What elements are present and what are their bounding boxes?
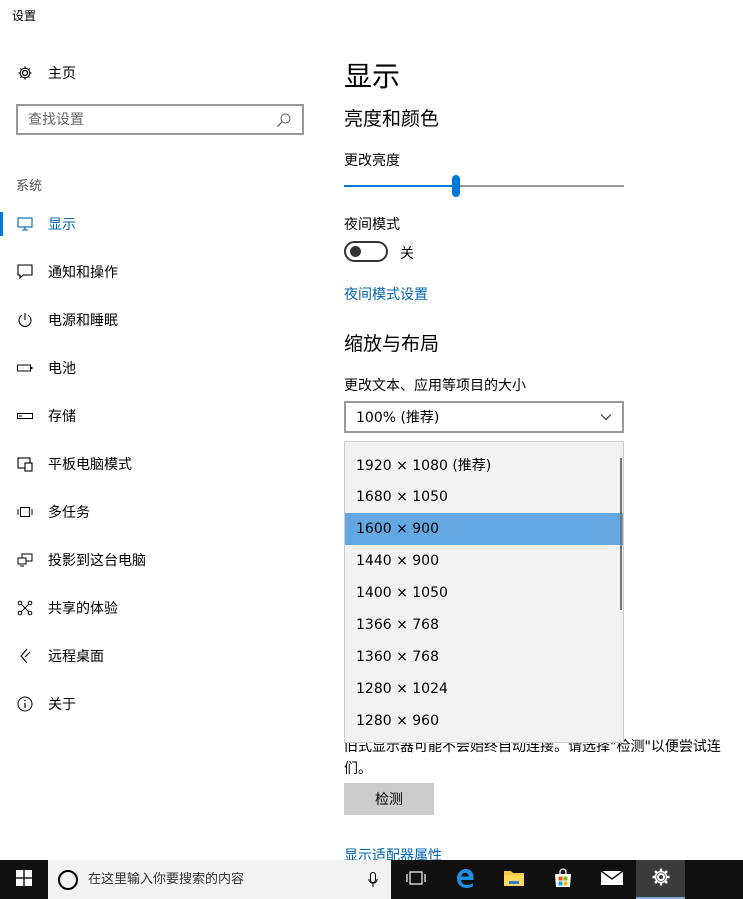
slider-thumb[interactable]	[452, 175, 460, 197]
resolution-dropdown-list[interactable]: 1920 × 1080 (推荐) 1680 × 1050 1600 × 900 …	[344, 441, 624, 743]
windows-logo-icon	[16, 869, 32, 890]
resolution-option[interactable]: 1680 × 1050	[345, 481, 623, 513]
brightness-section-heading: 亮度和颜色	[344, 108, 440, 130]
resolution-option-selected[interactable]: 1600 × 900	[345, 513, 623, 545]
resolution-option[interactable]: 1360 × 768	[345, 641, 623, 673]
detect-button[interactable]: 检测	[344, 783, 434, 815]
sidebar-item-label: 显示	[48, 217, 76, 233]
project-icon	[16, 551, 34, 569]
sidebar-item-power[interactable]: 电源和睡眠	[0, 296, 320, 344]
resolution-option[interactable]: 1280 × 960	[345, 705, 623, 737]
sidebar-item-label: 存储	[48, 409, 76, 425]
toggle-knob	[350, 246, 361, 257]
battery-icon	[16, 359, 34, 377]
multitasking-icon	[16, 503, 34, 521]
sidebar-item-label: 共享的体验	[48, 601, 118, 617]
resolution-option[interactable]: 1280 × 1024	[345, 673, 623, 705]
microphone-icon[interactable]	[355, 871, 391, 888]
resolution-option[interactable]: 1400 × 1050	[345, 577, 623, 609]
scale-section-heading: 缩放与布局	[344, 333, 440, 355]
start-button[interactable]	[0, 860, 48, 899]
sidebar-item-label: 电源和睡眠	[48, 313, 118, 329]
night-mode-label: 夜间模式	[344, 217, 400, 233]
sidebar-item-tablet-mode[interactable]: 平板电脑模式	[0, 440, 320, 488]
edge-icon	[454, 867, 476, 893]
notification-icon	[16, 263, 34, 281]
detect-description-line-2: 们。	[344, 761, 372, 777]
brightness-label: 更改亮度	[344, 153, 400, 169]
resolution-option[interactable]: 1366 × 768	[345, 609, 623, 641]
cortana-icon[interactable]	[58, 869, 78, 890]
settings-icon	[651, 867, 671, 891]
sidebar-item-storage[interactable]: 存储	[0, 392, 320, 440]
taskbar-search-box[interactable]	[48, 860, 391, 899]
sidebar-item-about[interactable]: 关于	[0, 680, 320, 728]
sidebar-item-label: 通知和操作	[48, 265, 118, 281]
settings-search-input[interactable]	[28, 111, 276, 128]
night-mode-settings-link[interactable]: 夜间模式设置	[344, 284, 428, 304]
sidebar-item-label: 多任务	[48, 505, 90, 521]
night-mode-state: 关	[400, 246, 414, 262]
taskbar-search-input[interactable]	[88, 872, 355, 887]
sidebar-item-label: 远程桌面	[48, 649, 104, 665]
taskbar	[0, 860, 743, 899]
sidebar-item-shared-experiences[interactable]: 共享的体验	[0, 584, 320, 632]
brightness-slider[interactable]	[344, 174, 624, 198]
scale-label: 更改文本、应用等项目的大小	[344, 378, 526, 394]
search-icon[interactable]	[276, 112, 292, 128]
slider-fill	[344, 185, 456, 187]
scale-select-value: 100% (推荐)	[356, 410, 440, 426]
sidebar-item-label: 平板电脑模式	[48, 457, 132, 473]
sidebar-item-remote-desktop[interactable]: 远程桌面	[0, 632, 320, 680]
settings-search-box[interactable]	[16, 104, 304, 135]
window-title: 设置	[12, 9, 37, 23]
power-icon	[16, 311, 34, 329]
edge-button[interactable]	[440, 860, 489, 899]
file-explorer-icon	[503, 869, 525, 891]
resolution-option[interactable]: 1440 × 900	[345, 545, 623, 577]
remote-desktop-icon	[16, 647, 34, 665]
monitor-icon	[16, 215, 34, 233]
store-button[interactable]	[538, 860, 587, 899]
tablet-mode-icon	[16, 455, 34, 473]
sidebar-item-battery[interactable]: 电池	[0, 344, 320, 392]
chevron-down-icon	[600, 409, 612, 425]
settings-taskbar-button[interactable]	[636, 860, 685, 899]
section-label-system: 系统	[16, 179, 43, 194]
sidebar-item-display[interactable]: 显示	[0, 200, 320, 248]
page-title: 显示	[344, 60, 401, 93]
sidebar-item-label: 投影到这台电脑	[48, 553, 146, 569]
file-explorer-button[interactable]	[489, 860, 538, 899]
shared-experiences-icon	[16, 599, 34, 617]
home-label: 主页	[48, 66, 76, 82]
dropdown-scrollbar[interactable]	[620, 458, 622, 610]
home-nav-item[interactable]: 主页	[16, 62, 76, 84]
gear-icon	[16, 64, 34, 82]
sidebar-item-multitasking[interactable]: 多任务	[0, 488, 320, 536]
night-mode-toggle[interactable]	[344, 241, 388, 262]
sidebar-item-label: 电池	[48, 361, 76, 377]
sidebar-item-project[interactable]: 投影到这台电脑	[0, 536, 320, 584]
mail-button[interactable]	[587, 860, 636, 899]
scale-select[interactable]: 100% (推荐)	[344, 401, 624, 433]
task-view-button[interactable]	[391, 860, 440, 899]
sidebar-item-notifications[interactable]: 通知和操作	[0, 248, 320, 296]
sidebar-nav: 显示 通知和操作 电源和睡眠 电池 存储 平板电脑模式 多任务 投影到这台电脑 …	[0, 200, 320, 728]
storage-icon	[16, 407, 34, 425]
mail-icon	[600, 869, 624, 890]
store-icon	[553, 867, 573, 892]
info-icon	[16, 695, 34, 713]
sidebar-item-label: 关于	[48, 697, 76, 713]
task-view-icon	[405, 870, 426, 890]
resolution-option[interactable]: 1920 × 1080 (推荐)	[345, 449, 623, 481]
